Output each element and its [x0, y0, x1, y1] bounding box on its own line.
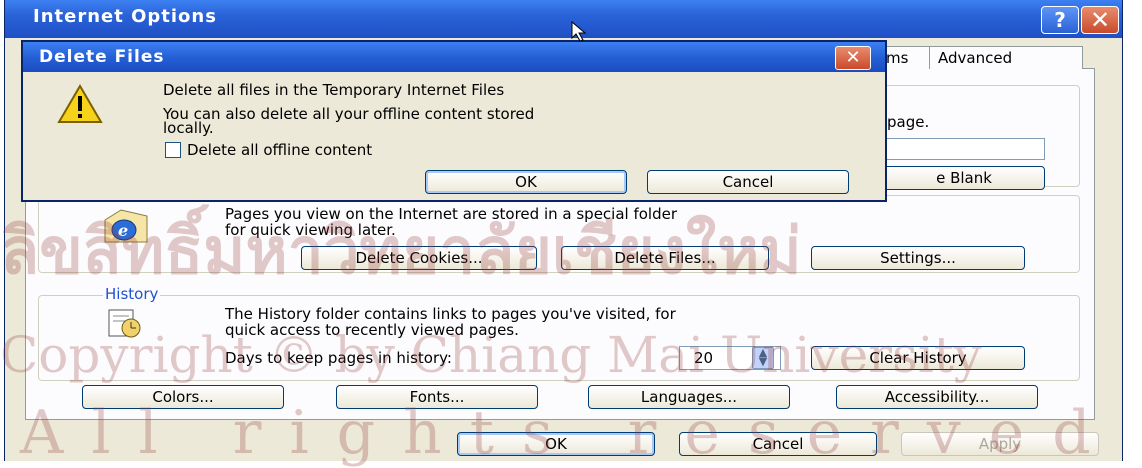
svg-text:e: e	[118, 221, 128, 240]
delete-dialog-close-button[interactable]: ✕	[835, 46, 871, 70]
mouse-cursor-icon	[570, 20, 592, 46]
temp-files-folder-icon: e	[101, 206, 151, 246]
days-to-keep-label: Days to keep pages in history:	[225, 349, 452, 367]
ok-button[interactable]: OK	[457, 432, 655, 456]
delete-offline-label[interactable]: Delete all offline content	[187, 142, 372, 158]
accessibility-button[interactable]: Accessibility...	[836, 385, 1038, 409]
days-to-keep-value: 20	[694, 349, 714, 367]
history-icon	[105, 306, 145, 340]
use-blank-button[interactable]: e Blank	[883, 166, 1045, 190]
languages-button[interactable]: Languages...	[588, 385, 790, 409]
delete-dialog-ok-button[interactable]: OK	[425, 170, 627, 194]
delete-dialog-title: Delete Files	[39, 47, 165, 67]
delete-files-dialog: Delete Files ✕ Delete all files in the T…	[21, 40, 887, 202]
cancel-button[interactable]: Cancel	[679, 432, 877, 456]
tab-advanced[interactable]: Advanced	[929, 46, 1083, 69]
warning-icon	[57, 84, 103, 124]
days-spinner-icon[interactable]: ▲ ▼	[752, 347, 774, 369]
home-page-text: page.	[887, 113, 930, 131]
delete-dialog-line3: locally.	[163, 119, 214, 137]
clear-history-button[interactable]: Clear History	[811, 346, 1025, 370]
temp-files-group: e Pages you view on the Internet are sto…	[38, 195, 1080, 273]
delete-dialog-cancel-button[interactable]: Cancel	[647, 170, 849, 194]
window-title: Internet Options	[33, 6, 217, 27]
days-to-keep-input[interactable]: 20 ▲ ▼	[679, 346, 781, 370]
fonts-button[interactable]: Fonts...	[336, 385, 538, 409]
delete-dialog-line1: Delete all files in the Temporary Intern…	[163, 81, 505, 99]
apply-button[interactable]: Apply	[901, 432, 1099, 456]
delete-cookies-button[interactable]: Delete Cookies...	[301, 246, 537, 270]
temp-files-desc-line1: Pages you view on the Internet are store…	[225, 205, 678, 223]
colors-button[interactable]: Colors...	[82, 385, 284, 409]
settings-button[interactable]: Settings...	[811, 246, 1025, 270]
delete-dialog-titlebar[interactable]: Delete Files ✕	[23, 42, 885, 72]
delete-dialog-line2: You can also delete all your offline con…	[163, 105, 535, 123]
delete-files-button[interactable]: Delete Files...	[561, 246, 769, 270]
history-group: History The History folder contains link…	[38, 286, 1080, 381]
delete-offline-checkbox[interactable]	[165, 142, 181, 158]
window-titlebar[interactable]: Internet Options ? ✕	[5, 0, 1122, 38]
history-legend: History	[103, 285, 161, 303]
history-desc-line2: quick access to recently viewed pages.	[225, 321, 519, 339]
temp-files-desc-line2: for quick viewing later.	[225, 221, 396, 239]
close-button[interactable]: ✕	[1081, 6, 1119, 34]
history-desc-line1: The History folder contains links to pag…	[225, 305, 676, 323]
home-page-address-input[interactable]	[883, 138, 1045, 160]
internet-options-window: Internet Options ? ✕ page. e Blank e Pag…	[4, 0, 1123, 461]
help-button[interactable]: ?	[1041, 6, 1079, 34]
